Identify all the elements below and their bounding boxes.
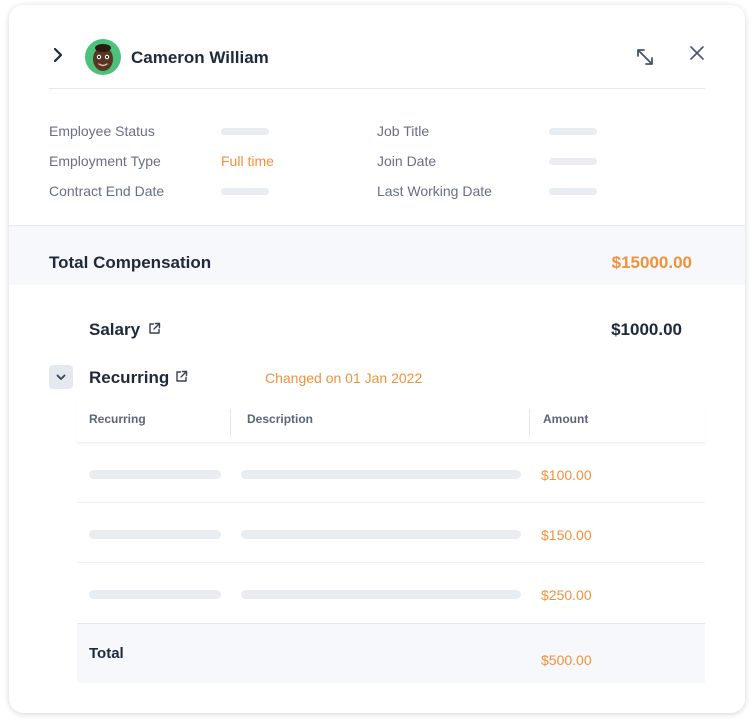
external-link-icon[interactable] — [148, 322, 161, 335]
column-header-recurring: Recurring — [89, 412, 146, 426]
description-placeholder — [241, 590, 521, 599]
job-title-label: Job Title — [377, 123, 430, 139]
collapse-recurring-button[interactable] — [49, 365, 73, 389]
column-header-amount: Amount — [543, 412, 589, 426]
table-header: Recurring Description Amount — [77, 403, 705, 443]
table-row[interactable]: $250.00 — [77, 563, 705, 623]
employee-details: Employee Status Job Title Employment Typ… — [49, 115, 709, 205]
job-title-placeholder — [549, 128, 597, 135]
table-total-label: Total — [89, 645, 124, 662]
recurring-placeholder — [89, 590, 221, 599]
recurring-placeholder — [89, 470, 221, 479]
description-placeholder — [241, 470, 521, 479]
row-amount: $250.00 — [541, 587, 592, 603]
table-total-row: Total $500.00 — [77, 623, 705, 683]
panel-header: Cameron William — [49, 5, 705, 89]
employee-status-placeholder — [221, 128, 269, 135]
recurring-placeholder — [89, 530, 221, 539]
external-link-icon[interactable] — [175, 370, 188, 383]
last-working-date-placeholder — [549, 188, 597, 195]
details-row: Employee Status Job Title — [49, 115, 709, 145]
last-working-date-label: Last Working Date — [377, 183, 492, 199]
total-compensation-value: $15000.00 — [611, 253, 692, 272]
chevron-down-icon — [56, 374, 66, 380]
join-date-label: Join Date — [377, 153, 437, 169]
description-placeholder — [241, 530, 521, 539]
join-date-placeholder — [549, 158, 597, 165]
recurring-table: Recurring Description Amount $100.00 $15… — [77, 403, 705, 683]
expand-icon[interactable] — [635, 47, 655, 67]
total-compensation-band: Total Compensation $15000.00 — [9, 226, 745, 285]
column-divider — [230, 409, 231, 437]
avatar — [85, 39, 121, 75]
recurring-label: Recurring — [89, 368, 170, 387]
user-name: Cameron William — [131, 48, 269, 67]
contract-end-date-label: Contract End Date — [49, 183, 165, 199]
close-icon[interactable] — [689, 45, 705, 61]
total-compensation-label: Total Compensation — [49, 253, 212, 272]
details-row: Contract End Date Last Working Date — [49, 175, 709, 205]
table-row[interactable]: $100.00 — [77, 443, 705, 503]
employee-status-label: Employee Status — [49, 123, 155, 139]
column-divider — [529, 409, 530, 437]
row-amount: $100.00 — [541, 467, 592, 483]
column-header-description: Description — [247, 412, 314, 426]
table-row[interactable]: $150.00 — [77, 503, 705, 563]
employee-panel: Cameron William Employee Status Job Titl… — [9, 5, 745, 713]
salary-value: $1000.00 — [611, 320, 682, 339]
recurring-changed-note: Changed on 01 Jan 2022 — [265, 370, 423, 386]
chevron-right-icon[interactable] — [51, 47, 65, 63]
table-total-amount: $500.00 — [541, 652, 592, 668]
details-row: Employment Type Full time Join Date — [49, 145, 709, 175]
employment-type-value: Full time — [221, 153, 274, 169]
salary-label: Salary — [89, 320, 141, 339]
contract-end-date-placeholder — [221, 188, 269, 195]
row-amount: $150.00 — [541, 527, 592, 543]
employment-type-label: Employment Type — [49, 153, 161, 169]
